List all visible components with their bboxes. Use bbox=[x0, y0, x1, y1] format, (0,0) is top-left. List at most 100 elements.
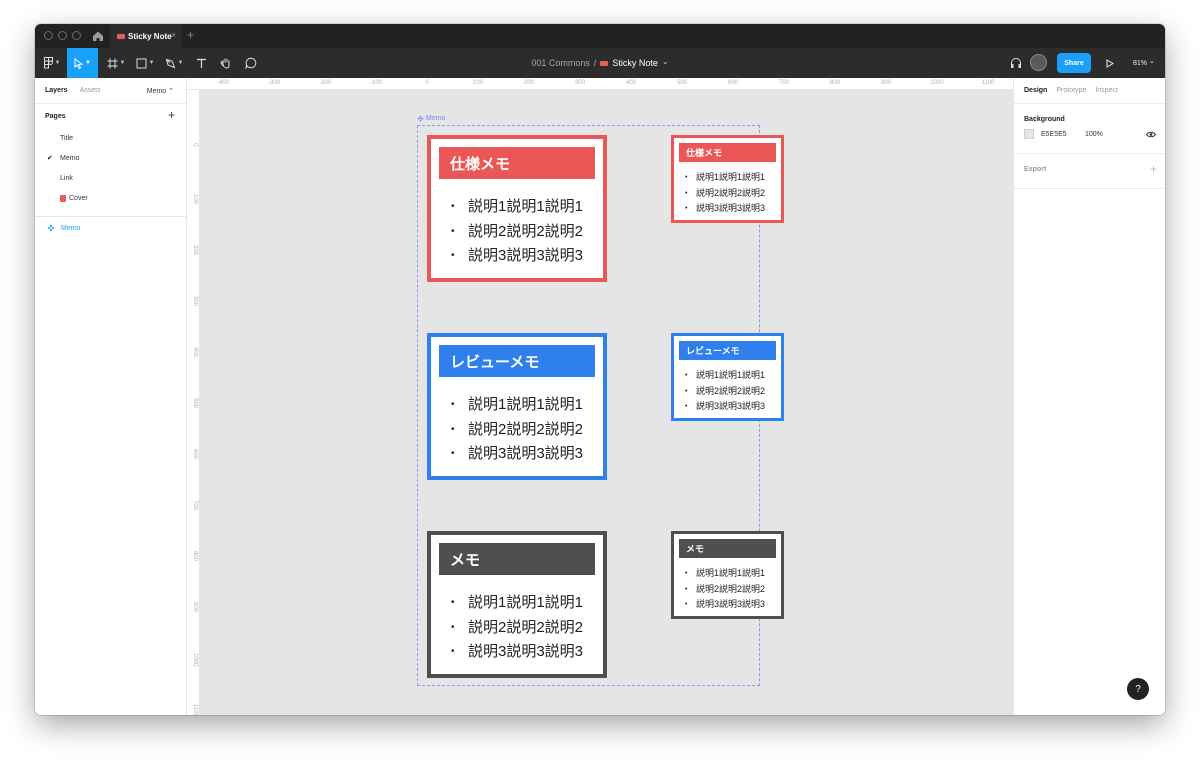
ruler-tick-label: 200 bbox=[192, 245, 198, 256]
note-title: 仕様メモ bbox=[679, 143, 776, 162]
text-icon bbox=[196, 58, 206, 68]
sticky-note-spec-small[interactable]: 仕様メモ 説明1説明1説明1 説明2説明2説明2 説明3説明3説明3 bbox=[671, 135, 784, 223]
close-window-button[interactable] bbox=[44, 31, 53, 40]
frame-tool-button[interactable]: ▼ bbox=[103, 48, 129, 78]
note-list: 説明1説明1説明1 説明2説明2説明2 説明3説明3説明3 bbox=[451, 393, 583, 467]
breadcrumb-separator: / bbox=[593, 58, 597, 68]
file-menu-chevron-icon[interactable]: ⌄ bbox=[662, 57, 669, 66]
ruler-tick-label: 400 bbox=[192, 347, 198, 358]
list-item: 説明2説明2説明2 bbox=[685, 582, 765, 598]
file-icon bbox=[117, 33, 125, 39]
ruler-tick-label: 0 bbox=[425, 80, 429, 86]
move-tool-button[interactable]: ▼ bbox=[67, 48, 98, 78]
current-page-selector[interactable]: Memo ⌃ bbox=[147, 87, 174, 95]
pages-title: Pages bbox=[45, 112, 66, 120]
page-item-memo[interactable]: ✔ Memo bbox=[35, 148, 186, 168]
toolbar: 001 Commons / Sticky Note ⌄ ▼ ▼ ▼ ▼ ▼ Sh… bbox=[35, 48, 1165, 78]
list-item: 説明1説明1説明1 bbox=[451, 393, 583, 418]
list-item: 説明1説明1説明1 bbox=[451, 591, 583, 616]
text-tool-button[interactable] bbox=[191, 48, 211, 78]
note-list: 説明1説明1説明1 説明2説明2説明2 説明3説明3説明3 bbox=[451, 195, 583, 269]
chevron-down-icon: ⌄ bbox=[1149, 58, 1155, 65]
layer-label: Memo bbox=[61, 224, 81, 232]
file-name[interactable]: Sticky Note bbox=[612, 58, 658, 68]
ruler-tick-label: 600 bbox=[192, 449, 198, 460]
page-item-link[interactable]: Link bbox=[35, 168, 186, 188]
file-icon bbox=[600, 60, 609, 66]
list-item: 説明1説明1説明1 bbox=[685, 170, 765, 186]
vertical-ruler: 0 100 200 300 400 500 600 700 800 900 1000 1100 bbox=[187, 90, 200, 715]
sticky-note-memo-small[interactable]: メモ 説明1説明1説明1 説明2説明2説明2 説明3説明3説明3 bbox=[671, 531, 784, 619]
ruler-tick-label: 300 bbox=[192, 296, 198, 307]
list-item: 説明1説明1説明1 bbox=[685, 368, 765, 384]
share-button[interactable]: Share bbox=[1057, 53, 1091, 73]
tab-assets[interactable]: Assets bbox=[80, 87, 101, 94]
tab-sticky-note[interactable]: Sticky Note × bbox=[110, 24, 182, 48]
list-item: 説明2説明2説明2 bbox=[685, 186, 765, 202]
layers-panel: Layers Assets Memo ⌃ Pages + Title ✔ Mem… bbox=[35, 78, 187, 715]
component-icon bbox=[47, 224, 55, 232]
play-icon[interactable] bbox=[1106, 59, 1114, 68]
background-opacity-input[interactable]: 100% bbox=[1085, 131, 1103, 138]
figma-window: Sticky Note × + 001 Commons / Sticky Not… bbox=[35, 24, 1165, 715]
list-item: 説明3説明3説明3 bbox=[451, 442, 583, 467]
sticky-note-review-small[interactable]: レビューメモ 説明1説明1説明1 説明2説明2説明2 説明3説明3説明3 bbox=[671, 333, 784, 421]
project-name[interactable]: 001 Commons bbox=[531, 58, 590, 68]
background-color-swatch[interactable] bbox=[1024, 129, 1034, 139]
chevron-down-icon: ▼ bbox=[119, 60, 126, 66]
add-page-button[interactable]: + bbox=[168, 108, 175, 122]
maximize-window-button[interactable] bbox=[72, 31, 81, 40]
component-icon bbox=[417, 115, 424, 122]
note-list: 説明1説明1説明1 説明2説明2説明2 説明3説明3説明3 bbox=[685, 566, 765, 613]
comment-icon bbox=[245, 57, 257, 69]
pen-tool-button[interactable]: ▼ bbox=[161, 48, 187, 78]
page-label: Link bbox=[60, 174, 73, 182]
comment-tool-button[interactable] bbox=[240, 48, 262, 78]
hand-icon bbox=[220, 58, 230, 69]
main-menu-button[interactable]: ▼ bbox=[39, 48, 65, 78]
tab-title: Sticky Note bbox=[128, 31, 172, 41]
canvas[interactable]: Memo 仕様メモ 説明1説明1説明1 説明2説明2説明2 説明3説明3説明3 … bbox=[200, 90, 1013, 715]
page-label: Cover bbox=[69, 194, 88, 202]
list-item: 説明3説明3説明3 bbox=[451, 640, 583, 665]
eye-icon[interactable] bbox=[1146, 131, 1156, 138]
audio-headphones-icon[interactable] bbox=[1010, 57, 1022, 69]
zoom-dropdown[interactable]: 81% ⌄ bbox=[1133, 48, 1155, 78]
sticky-note-memo-large[interactable]: メモ 説明1説明1説明1 説明2説明2説明2 説明3説明3説明3 bbox=[427, 531, 607, 678]
book-icon bbox=[60, 194, 66, 202]
ruler-tick-label: 100 bbox=[192, 194, 198, 205]
list-item: 説明2説明2説明2 bbox=[451, 418, 583, 443]
page-item-title[interactable]: Title bbox=[35, 128, 186, 148]
page-item-cover[interactable]: Cover bbox=[35, 188, 186, 208]
note-title: レビューメモ bbox=[679, 341, 776, 360]
page-label: Memo bbox=[60, 154, 80, 162]
note-title: メモ bbox=[679, 539, 776, 558]
avatar[interactable] bbox=[1030, 54, 1047, 71]
help-button[interactable]: ? bbox=[1127, 678, 1149, 700]
layer-item-memo[interactable]: Memo bbox=[35, 217, 186, 239]
sticky-note-review-large[interactable]: レビューメモ 説明1説明1説明1 説明2説明2説明2 説明3説明3説明3 bbox=[427, 333, 607, 480]
frame-label[interactable]: Memo bbox=[417, 115, 445, 122]
background-hex-input[interactable]: E5E5E5 bbox=[1041, 131, 1067, 138]
rectangle-icon bbox=[136, 58, 147, 68]
tab-inspect[interactable]: Inspect bbox=[1095, 87, 1118, 94]
minimize-window-button[interactable] bbox=[58, 31, 67, 40]
zoom-level: 81% bbox=[1133, 59, 1148, 67]
horizontal-ruler: -400 -300 -200 -100 0 100 200 300 400 500 600 700 80… bbox=[187, 78, 1013, 90]
home-icon[interactable] bbox=[91, 29, 105, 43]
new-tab-button[interactable]: + bbox=[187, 29, 194, 41]
divider bbox=[1014, 188, 1165, 189]
tab-design[interactable]: Design bbox=[1024, 87, 1047, 94]
shape-tool-button[interactable]: ▼ bbox=[132, 48, 158, 78]
ruler-tick-label: 100 bbox=[472, 80, 484, 86]
close-tab-icon[interactable]: × bbox=[171, 31, 176, 40]
hand-tool-button[interactable] bbox=[215, 48, 237, 78]
list-item: 説明3説明3説明3 bbox=[685, 597, 765, 613]
chevron-down-icon: ▼ bbox=[85, 60, 91, 66]
tab-prototype[interactable]: Prototype bbox=[1056, 87, 1086, 94]
add-export-button[interactable]: + bbox=[1150, 162, 1157, 176]
ruler-tick-label: 1100 bbox=[192, 704, 198, 715]
tab-layers[interactable]: Layers bbox=[45, 87, 68, 94]
sticky-note-spec-large[interactable]: 仕様メモ 説明1説明1説明1 説明2説明2説明2 説明3説明3説明3 bbox=[427, 135, 607, 282]
ruler-tick-label: 600 bbox=[727, 80, 739, 86]
